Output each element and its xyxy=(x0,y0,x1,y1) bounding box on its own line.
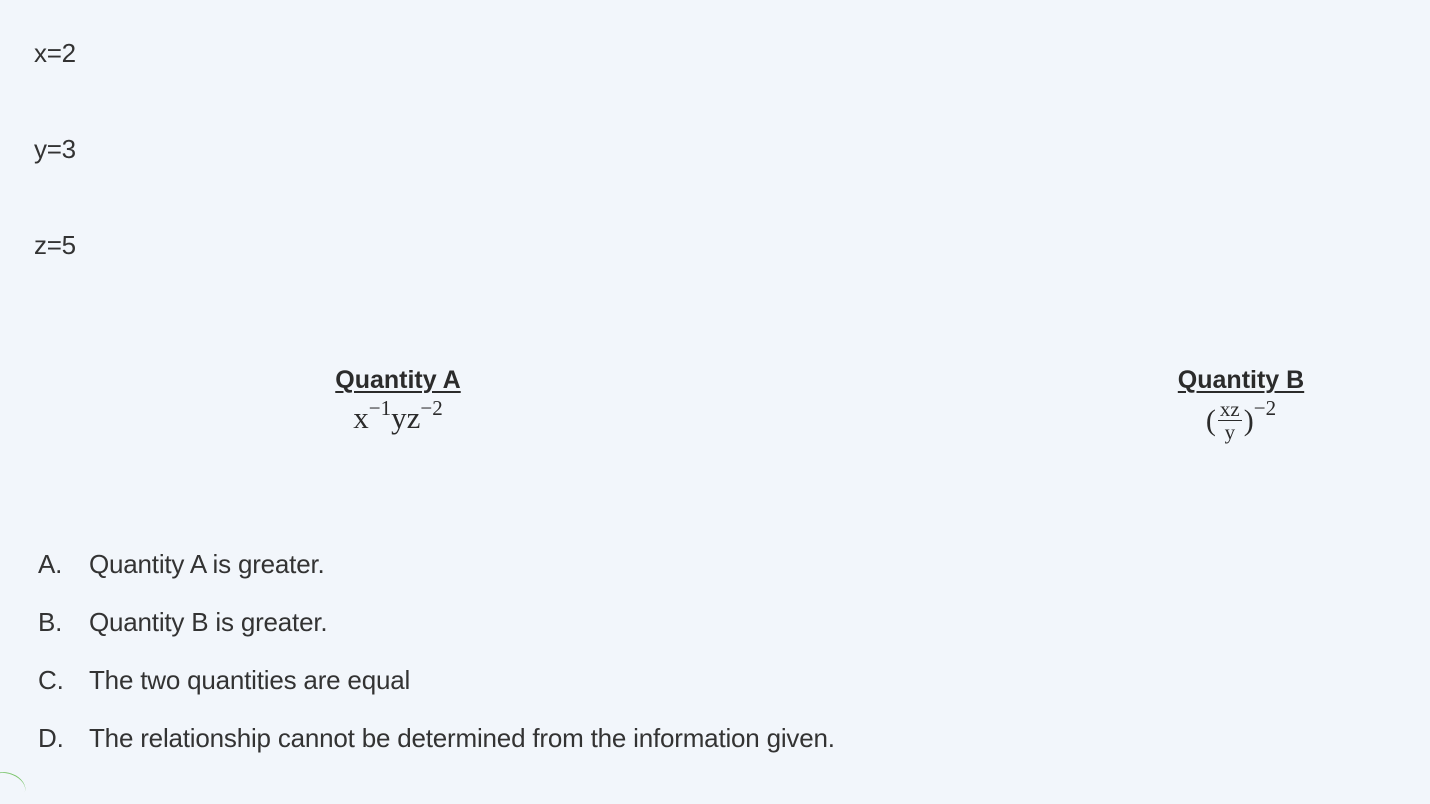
choice-d-text: The relationship cannot be determined fr… xyxy=(89,723,835,753)
quantity-a-title: Quantity A xyxy=(335,366,461,394)
quantity-b-fraction: xz y xyxy=(1217,397,1242,445)
quantity-b-open-paren: ( xyxy=(1205,403,1216,437)
quantity-a-z-exponent: −2 xyxy=(420,396,443,420)
quantity-a-column: Quantity A x−1yz−2 xyxy=(248,364,548,438)
choice-d[interactable]: D. The relationship cannot be determined … xyxy=(38,718,835,776)
quantity-a-expression: x−1yz−2 xyxy=(248,398,548,438)
quantity-a-x-exponent: −1 xyxy=(368,396,392,420)
choice-c[interactable]: C. The two quantities are equal xyxy=(38,660,835,718)
choice-b-letter: B. xyxy=(38,607,63,637)
choice-d-letter: D. xyxy=(38,723,64,753)
answer-choices: A. Quantity A is greater. B. Quantity B is… xyxy=(38,544,835,776)
quantity-b-numerator: xz xyxy=(1217,397,1242,422)
given-z: z=5 xyxy=(34,230,76,260)
quantity-b-exponent: −2 xyxy=(1253,396,1277,420)
quantity-b-title: Quantity B xyxy=(1177,366,1305,394)
choice-b[interactable]: B. Quantity B is greater. xyxy=(38,602,835,660)
given-x: x=2 xyxy=(34,38,76,68)
choice-b-text: Quantity B is greater. xyxy=(89,607,328,637)
quantity-b-denominator: y xyxy=(1224,420,1236,445)
given-y: y=3 xyxy=(34,134,76,164)
choice-a-letter: A. xyxy=(38,549,63,579)
choice-a-text: Quantity A is greater. xyxy=(89,549,325,579)
corner-decoration xyxy=(0,767,30,804)
quantity-a-yz: yz xyxy=(391,400,421,435)
quantity-a-x: x xyxy=(353,400,369,435)
quantity-b-close-paren: ) xyxy=(1243,403,1254,437)
choice-a[interactable]: A. Quantity A is greater. xyxy=(38,544,835,602)
choice-c-text: The two quantities are equal xyxy=(89,665,411,695)
quantity-b-expression: (xz y)−2 xyxy=(1091,396,1391,445)
choice-c-letter: C. xyxy=(38,665,64,695)
quantity-b-column: Quantity B (xz y)−2 xyxy=(1091,364,1391,443)
